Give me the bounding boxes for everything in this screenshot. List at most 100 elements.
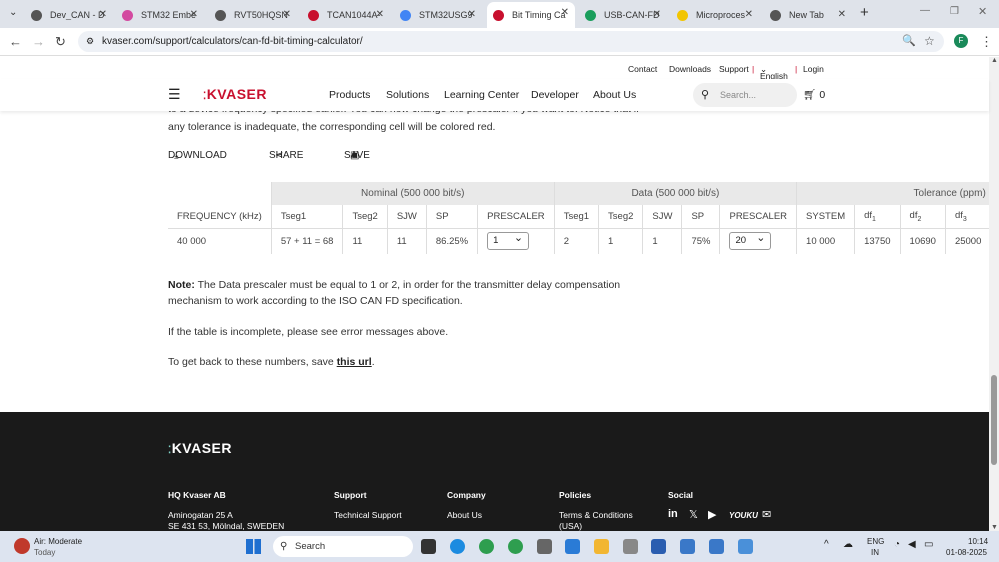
table-cell: 40 000: [168, 228, 272, 254]
app-icon[interactable]: [623, 539, 638, 554]
volume-icon[interactable]: ◀: [908, 539, 916, 550]
profile-avatar[interactable]: F: [954, 34, 968, 48]
site-info-icon[interactable]: ⚙: [86, 31, 94, 52]
forward-icon[interactable]: →: [32, 34, 45, 49]
tab-7[interactable]: USB-CAN-FD ✕: [579, 4, 667, 26]
incomplete-message: If the table is incomplete, please see e…: [168, 326, 449, 338]
language-select[interactable]: English ⌄: [760, 64, 788, 81]
page-scrollbar[interactable]: ▲ ▼: [989, 57, 999, 531]
tab-6[interactable]: Bit Timing Ca ✕: [487, 2, 575, 28]
cart-icon[interactable]: 🛒︎ 0: [803, 88, 825, 101]
close-tab-icon[interactable]: ✕: [376, 9, 384, 20]
tab-5[interactable]: STM32USG9 ✕: [394, 4, 482, 26]
close-tab-icon[interactable]: ✕: [283, 9, 291, 20]
contact-link[interactable]: Contact: [628, 64, 657, 74]
close-tab-icon[interactable]: ✕: [190, 9, 198, 20]
ide-icon[interactable]: [565, 539, 580, 554]
onedrive-icon[interactable]: ☁: [843, 539, 853, 550]
terms-link-suffix[interactable]: (USA): [559, 521, 582, 531]
site-search-input[interactable]: ⚲ Search...: [693, 83, 797, 107]
weather-title[interactable]: Air: Moderate: [34, 537, 82, 546]
technical-support-link[interactable]: Technical Support: [334, 510, 402, 520]
url-input[interactable]: ⚙ kvaser.com/support/calculators/can-fd-…: [78, 31, 944, 52]
edge-icon[interactable]: [450, 539, 465, 554]
weather-icon[interactable]: [14, 538, 30, 554]
tab-8[interactable]: Microproces ✕: [671, 4, 759, 26]
app-icon[interactable]: [680, 539, 695, 554]
calculator-icon[interactable]: [537, 539, 552, 554]
column-header: FREQUENCY (kHz): [168, 205, 272, 229]
nav-developer[interactable]: Developer: [531, 89, 579, 101]
nav-products[interactable]: Products: [329, 89, 370, 101]
close-tab-icon[interactable]: ✕: [653, 9, 661, 20]
column-header-text: Tseg2: [608, 210, 634, 222]
wifi-icon[interactable]: ◔: [894, 539, 900, 550]
close-tab-icon[interactable]: ✕: [745, 9, 753, 20]
tab-list-icon[interactable]: ⌄: [9, 7, 17, 18]
lang-1[interactable]: ENG: [867, 537, 884, 546]
taskbar-search-input[interactable]: ⚲ Search: [273, 536, 413, 557]
tab-2[interactable]: STM32 Embe ✕: [116, 4, 204, 26]
chrome-profile-icon[interactable]: [508, 539, 523, 554]
windows-taskbar: Air: Moderate Today ⚲ Search ^ ☁ ENG IN …: [0, 531, 999, 562]
zoom-icon[interactable]: 🔍: [902, 34, 916, 47]
youku-icon[interactable]: YOUKU: [729, 511, 758, 520]
back-icon[interactable]: ←: [9, 34, 22, 49]
data-prescaler-select[interactable]: 20: [729, 230, 772, 251]
linkedin-icon[interactable]: in: [668, 508, 678, 520]
youtube-icon[interactable]: ▶: [708, 508, 716, 521]
wechat-icon[interactable]: ✉: [762, 508, 771, 521]
tab-9[interactable]: New Tab ✕: [764, 4, 852, 26]
save-prefix: To get back to these numbers, save: [168, 356, 337, 368]
windows-start-icon[interactable]: [246, 539, 261, 554]
nav-solutions[interactable]: Solutions: [386, 89, 429, 101]
support-link[interactable]: Support: [719, 64, 749, 74]
hamburger-menu-icon[interactable]: ☰: [168, 86, 181, 103]
close-tab-icon[interactable]: ✕: [561, 7, 569, 18]
new-tab-button[interactable]: +: [860, 4, 869, 21]
battery-icon[interactable]: ▭: [924, 539, 933, 550]
task-view-icon[interactable]: [421, 539, 436, 554]
scroll-down-icon[interactable]: ▼: [991, 524, 998, 531]
address-bar-row: ← → ↻ ⚙ kvaser.com/support/calculators/c…: [0, 28, 999, 56]
clock-date[interactable]: 01-08-2025: [946, 548, 987, 557]
minimize-icon[interactable]: —: [920, 5, 930, 16]
terms-link[interactable]: Terms & Conditions: [559, 510, 633, 520]
scrollbar-thumb[interactable]: [991, 375, 997, 465]
footer-kvaser-logo[interactable]: ⁚KVASER: [168, 440, 232, 456]
weather-sub: Today: [34, 548, 56, 557]
app-icon[interactable]: [651, 539, 666, 554]
tab-1[interactable]: Dev_CAN - D ✕: [25, 4, 113, 26]
column-header: SJW: [387, 205, 427, 229]
column-header-text: PRESCALER: [729, 210, 788, 222]
login-link[interactable]: Login: [803, 64, 824, 74]
notepad-icon[interactable]: [709, 539, 724, 554]
scroll-up-icon[interactable]: ▲: [991, 57, 998, 64]
restore-icon[interactable]: ❐: [950, 6, 959, 17]
bookmark-star-icon[interactable]: ☆: [924, 34, 935, 48]
file-explorer-icon[interactable]: [594, 539, 609, 554]
downloads-link[interactable]: Downloads: [669, 64, 711, 74]
close-tab-icon[interactable]: ✕: [468, 9, 476, 20]
nominal-prescaler-select[interactable]: 1: [487, 230, 530, 251]
about-us-link[interactable]: About Us: [447, 510, 482, 520]
footer-logo-text: KVASER: [171, 440, 232, 456]
nav-learning-center[interactable]: Learning Center: [444, 89, 519, 101]
close-window-icon[interactable]: ✕: [978, 5, 987, 18]
show-hidden-icons[interactable]: ^: [824, 539, 829, 550]
tab-3[interactable]: RVT50HQSN ✕: [209, 4, 297, 26]
kvaser-logo[interactable]: ⁚KVASER: [203, 86, 267, 102]
chrome-icon[interactable]: [479, 539, 494, 554]
close-tab-icon[interactable]: ✕: [99, 9, 107, 20]
tab-4[interactable]: TCAN1044A- ✕: [302, 4, 390, 26]
reload-icon[interactable]: ↻: [55, 34, 66, 50]
note-text-1: The Data prescaler must be equal to 1 or…: [194, 279, 621, 291]
snipping-tool-icon[interactable]: [738, 539, 753, 554]
this-url-link[interactable]: this url: [337, 356, 372, 368]
close-tab-icon[interactable]: ✕: [838, 9, 846, 20]
nav-about-us[interactable]: About Us: [593, 89, 636, 101]
column-header-text: Tseg2: [352, 210, 378, 222]
menu-kebab-icon[interactable]: ⋮: [980, 34, 993, 50]
x-twitter-icon[interactable]: 𝕏: [689, 508, 698, 521]
clock-time[interactable]: 10:14: [968, 537, 988, 546]
